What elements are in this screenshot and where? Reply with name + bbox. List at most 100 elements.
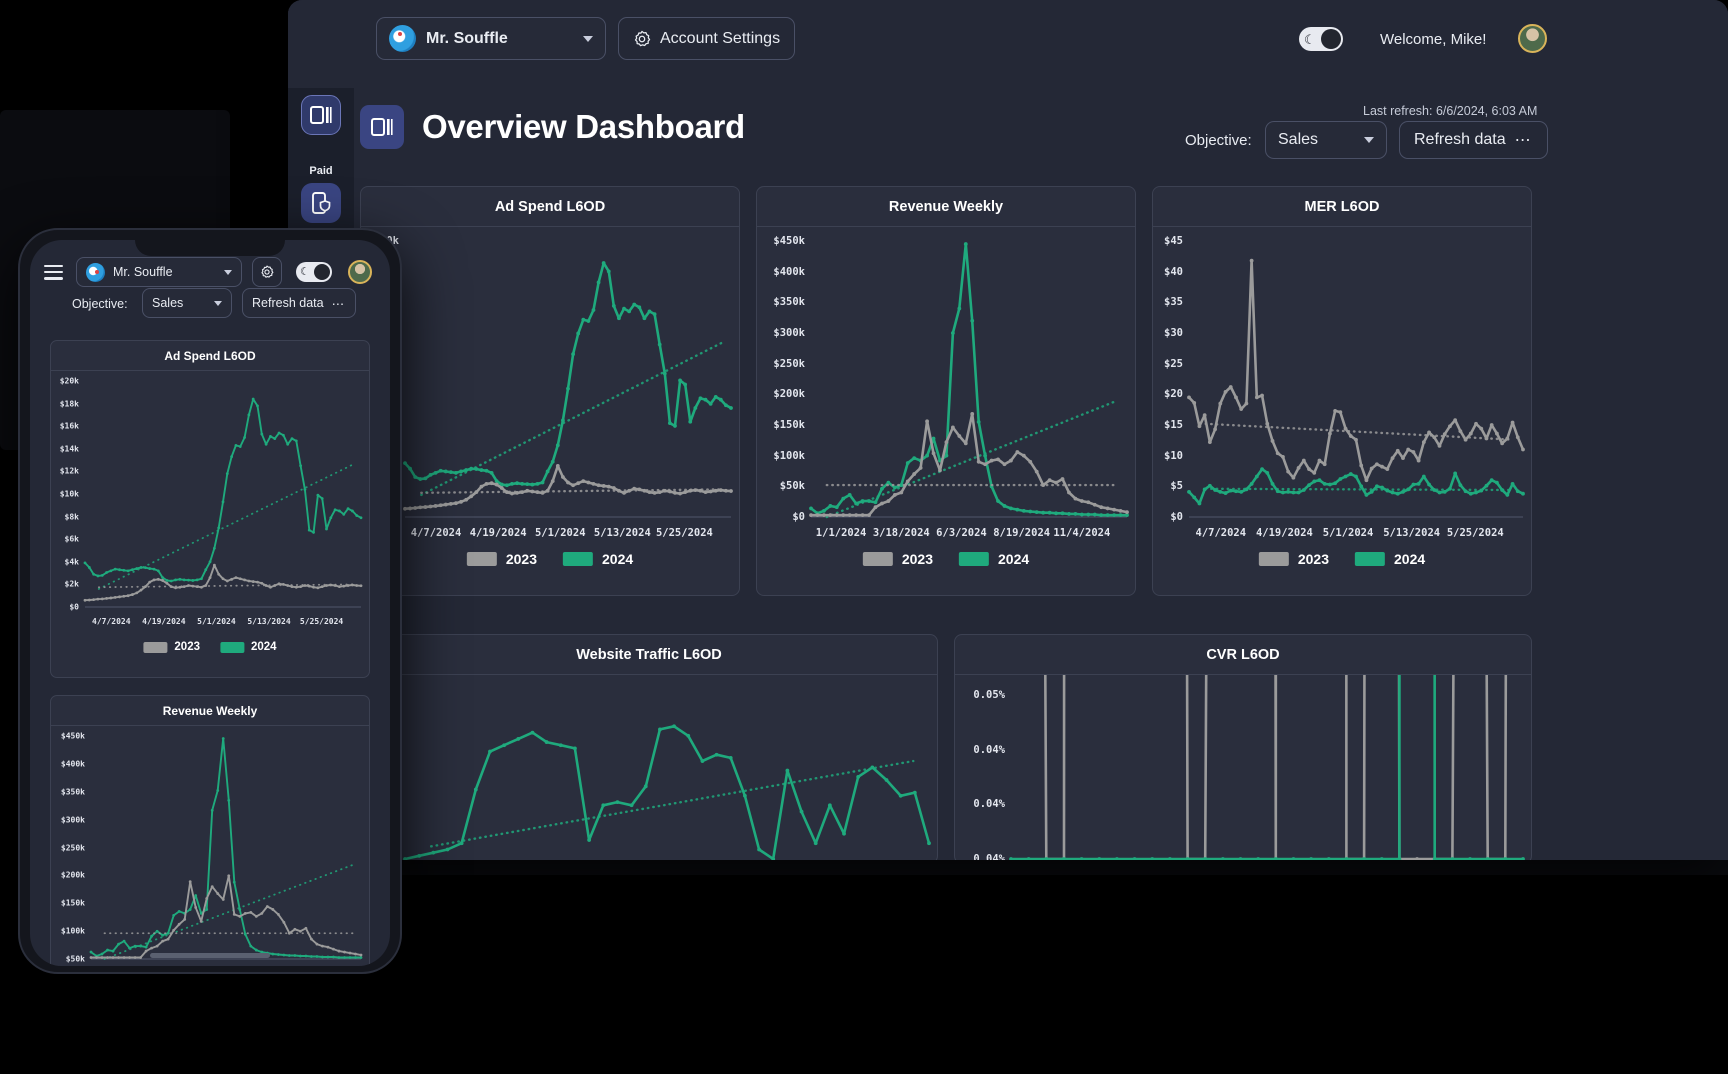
- data-point: [320, 585, 324, 589]
- data-point: [254, 948, 258, 952]
- legend-item[interactable]: 2023: [862, 551, 933, 567]
- objective-label: Objective:: [1185, 132, 1252, 149]
- data-point: [304, 926, 308, 930]
- mobile-account-selector[interactable]: Mr. Souffle: [76, 257, 242, 287]
- data-point: [100, 597, 104, 601]
- data-point: [106, 948, 109, 952]
- data-point: [558, 743, 563, 748]
- y-axis-tick: $6k: [64, 534, 79, 544]
- series-line-2024: [84, 398, 362, 582]
- data-point: [111, 949, 115, 953]
- data-point: [1338, 410, 1343, 415]
- data-point: [678, 491, 682, 496]
- data-point: [172, 913, 176, 917]
- data-point: [303, 584, 307, 587]
- legend-swatch: [1355, 552, 1385, 566]
- data-point: [282, 953, 286, 957]
- data-point: [1286, 469, 1291, 474]
- data-point: [1348, 434, 1353, 438]
- data-point: [1234, 395, 1238, 400]
- mobile-settings-button[interactable]: [252, 257, 282, 287]
- y-axis-tick: $25: [1164, 357, 1183, 370]
- data-point: [1521, 857, 1525, 860]
- data-point: [1073, 496, 1078, 501]
- legend-label: 2024: [602, 551, 634, 567]
- legend-item[interactable]: 2023: [1258, 551, 1329, 567]
- objective-select[interactable]: Sales: [1265, 121, 1387, 159]
- refresh-data-button[interactable]: Refresh data ⋯: [1399, 121, 1548, 159]
- data-point: [1092, 512, 1097, 517]
- data-point: [338, 509, 341, 513]
- data-point: [1374, 462, 1379, 467]
- data-point: [1485, 857, 1490, 860]
- data-point: [601, 261, 606, 265]
- data-point: [1105, 513, 1110, 518]
- sidebar-item-paid[interactable]: [301, 183, 341, 223]
- x-axis-tick: 4/19/2024: [142, 617, 186, 626]
- data-point: [348, 956, 352, 959]
- data-point: [1479, 426, 1484, 431]
- data-point: [122, 956, 126, 959]
- mobile-avatar[interactable]: [348, 260, 372, 284]
- data-point: [724, 488, 728, 493]
- avatar[interactable]: [1518, 24, 1547, 53]
- data-point: [109, 596, 113, 600]
- mobile-theme-toggle[interactable]: ☾: [296, 262, 332, 282]
- mobile-objective-select[interactable]: Sales: [142, 288, 232, 318]
- data-point: [1244, 401, 1249, 406]
- data-point: [1338, 477, 1343, 481]
- data-point: [117, 956, 120, 959]
- data-point: [925, 419, 929, 424]
- sidebar-item-overview[interactable]: [301, 95, 341, 135]
- legend-item[interactable]: 2023: [143, 641, 200, 653]
- data-point: [1385, 467, 1390, 472]
- data-point: [856, 774, 861, 779]
- data-point: [1079, 857, 1084, 860]
- data-point: [1437, 490, 1442, 495]
- data-point: [1395, 448, 1400, 453]
- mobile-refresh-data-button[interactable]: Refresh data ⋯: [242, 288, 356, 318]
- legend-item[interactable]: 2024: [959, 551, 1029, 567]
- legend-item[interactable]: 2024: [220, 641, 277, 653]
- data-point: [1239, 407, 1244, 411]
- card-title: MER L6OD: [1304, 198, 1380, 215]
- theme-toggle[interactable]: ☾: [1299, 27, 1343, 51]
- account-selector[interactable]: Mr. Souffle: [376, 17, 606, 60]
- data-point: [276, 913, 280, 916]
- data-point: [996, 457, 1000, 462]
- data-point: [606, 269, 611, 274]
- data-point: [983, 462, 988, 467]
- data-point: [1468, 491, 1473, 496]
- data-point: [1510, 481, 1515, 486]
- legend-item[interactable]: 2024: [1355, 551, 1425, 567]
- data-point: [1275, 451, 1280, 456]
- data-point: [1415, 857, 1419, 860]
- data-point: [128, 956, 131, 959]
- legend-item[interactable]: 2023: [466, 551, 537, 567]
- data-point: [1118, 508, 1123, 513]
- data-point: [1291, 490, 1296, 495]
- data-point: [343, 950, 346, 954]
- data-point: [545, 469, 550, 474]
- data-point: [304, 954, 308, 958]
- data-point: [1312, 479, 1317, 484]
- data-point: [338, 585, 341, 589]
- legend-item[interactable]: 2024: [563, 551, 633, 567]
- data-point: [443, 469, 448, 474]
- gear-icon: [634, 30, 651, 46]
- data-point: [1009, 506, 1013, 511]
- data-point: [156, 569, 160, 573]
- y-axis-tick: $35: [1164, 296, 1183, 309]
- data-point: [1474, 421, 1478, 426]
- top-bar: Mr. Souffle Account Settings ☾ Welcome, …: [288, 0, 1728, 88]
- data-point: [1281, 490, 1285, 495]
- data-point: [428, 473, 433, 477]
- y-axis-tick: $15: [1164, 419, 1183, 431]
- data-point: [1458, 429, 1463, 434]
- data-point: [1034, 469, 1039, 474]
- hamburger-icon[interactable]: [44, 265, 63, 280]
- x-axis-tick: 6/3/2024: [936, 527, 987, 539]
- data-point: [601, 803, 606, 808]
- account-settings-button[interactable]: Account Settings: [618, 17, 796, 60]
- data-point: [1489, 478, 1494, 483]
